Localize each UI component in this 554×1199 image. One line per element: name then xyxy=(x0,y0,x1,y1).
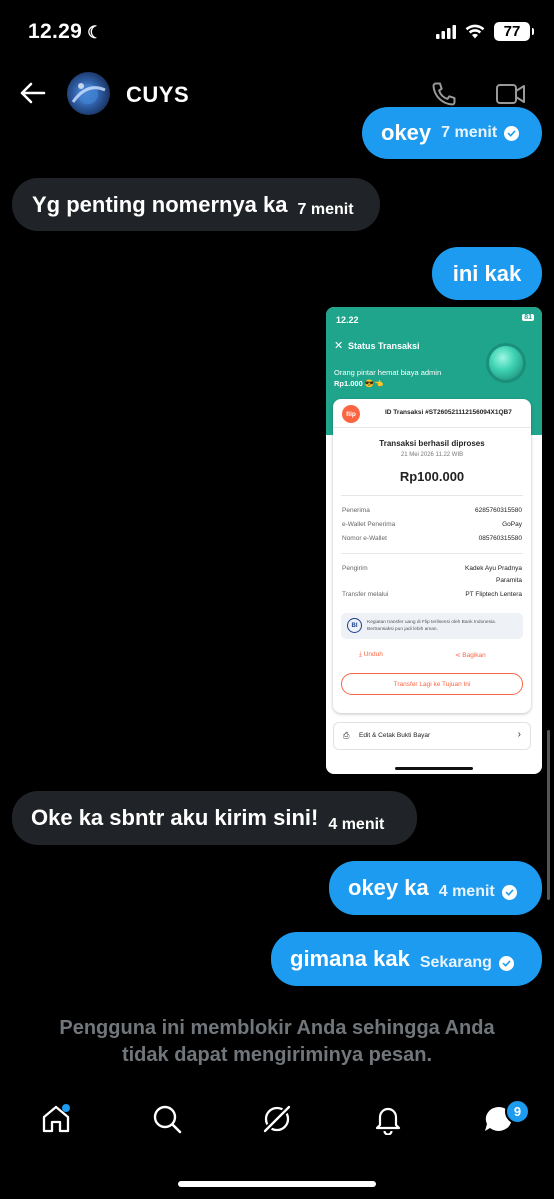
message-time: 7 menit xyxy=(441,124,498,141)
row-label: e-Wallet Penerima xyxy=(342,521,396,528)
sender-name: Paramita xyxy=(495,577,522,584)
attachment-status-time: 12.22 xyxy=(336,315,359,325)
download-button: ⤓ Unduh xyxy=(359,651,383,658)
close-icon: ✕ xyxy=(334,340,344,352)
chevron-right-icon: › xyxy=(517,729,521,740)
scrollbar[interactable] xyxy=(547,730,550,900)
row-label: Penerima xyxy=(342,507,370,514)
message-text: ini kak xyxy=(452,260,522,286)
transaction-date: 21 Mei 2026 11.22 WIB xyxy=(400,452,464,458)
sender-label: Pengirim xyxy=(342,565,368,572)
transfer-label: Transfer melalui xyxy=(342,591,389,598)
message-bubble-incoming[interactable]: Yg penting nomernya ka 7 menit xyxy=(12,178,380,231)
status-indicators: 77 xyxy=(436,22,534,41)
message-time: 4 menit xyxy=(328,816,385,833)
cellular-signal-icon xyxy=(436,24,456,39)
battery-icon: 77 xyxy=(494,22,534,41)
transfer-value: PT Fliptech Lentera xyxy=(465,591,522,598)
bi-notice: BI Kegiatan transfer uang di Flip terlis… xyxy=(341,613,523,639)
status-time: 12.29 ☾ xyxy=(28,20,103,43)
bank-indonesia-logo: BI xyxy=(347,618,362,633)
attachment-promo: Orang pintar hemat biaya admin Rp1.000 😎👈 xyxy=(334,368,442,388)
transfer-again-button: Transfer Lagi ke Tujuan Ini xyxy=(341,673,523,695)
row-value: 085760315580 xyxy=(478,535,522,542)
emoji-icon: 😎👈 xyxy=(364,379,384,388)
message-bubble-incoming[interactable]: Oke ka sbntr aku kirim sini! 4 menit xyxy=(12,791,417,845)
contact-name[interactable]: CUYS xyxy=(126,82,189,108)
notifications-bell-icon[interactable] xyxy=(372,1103,404,1135)
message-time: 7 menit xyxy=(297,200,354,218)
home-indicator xyxy=(395,767,473,770)
attachment-title: Status Transaksi xyxy=(348,341,420,351)
flip-coin-icon xyxy=(486,343,526,383)
message-text: okey ka xyxy=(348,875,429,900)
transaction-id: ID Transaksi #ST260521112156094X1QB7 xyxy=(385,409,512,416)
moon-icon: ☾ xyxy=(87,23,103,42)
transaction-amount: Rp100.000 xyxy=(399,469,465,484)
messages-badge: 9 xyxy=(505,1099,530,1124)
message-time: Sekarang xyxy=(419,954,492,971)
back-arrow-icon[interactable] xyxy=(20,82,46,104)
message-text: Oke ka sbntr aku kirim sini! xyxy=(31,805,319,830)
message-time: 4 menit xyxy=(438,883,495,900)
battery-level: 77 xyxy=(503,23,521,40)
attachment-battery: 81 xyxy=(522,314,534,321)
message-bubble-outgoing[interactable]: okey ka 4 menit xyxy=(329,861,542,915)
message-bubble-outgoing[interactable]: okey 7 menit xyxy=(362,107,542,159)
edit-print-button: ⎙ Edit & Cetak Bukti Bayar › xyxy=(333,722,531,750)
home-icon[interactable] xyxy=(40,1103,72,1135)
transaction-status: Transaksi berhasil diproses xyxy=(379,439,485,448)
contact-avatar[interactable] xyxy=(67,72,110,115)
image-attachment[interactable]: 12.22 81 ✕ Status Transaksi Orang pintar… xyxy=(326,307,542,774)
sent-check-icon xyxy=(498,955,514,971)
blocked-notice-line2: tidak dapat mengiriminya pesan. xyxy=(121,1044,433,1066)
message-text: Yg penting nomernya ka xyxy=(32,191,288,217)
video-call-icon[interactable] xyxy=(495,80,527,108)
transaction-card: flip ID Transaksi #ST260521112156094X1QB… xyxy=(333,399,531,713)
blocked-notice-line1: Pengguna ini memblokir Anda sehingga And… xyxy=(59,1017,495,1039)
sender-name: Kadek Ayu Pradnya xyxy=(465,565,522,572)
row-value: 6285760315580 xyxy=(475,507,522,514)
message-bubble-outgoing[interactable]: ini kak xyxy=(432,247,542,300)
row-label: Nomor e-Wallet xyxy=(342,535,387,542)
row-value: GoPay xyxy=(502,521,522,528)
share-button: ⋖ Bagikan xyxy=(455,652,486,659)
blocked-notice: Pengguna ini memblokir Anda sehingga And… xyxy=(0,1015,554,1069)
phone-call-icon[interactable] xyxy=(430,80,458,108)
printer-icon: ⎙ xyxy=(343,731,350,740)
search-icon[interactable] xyxy=(151,1103,183,1135)
wifi-icon xyxy=(465,24,485,39)
flip-logo: flip xyxy=(342,405,360,423)
sent-check-icon xyxy=(504,125,520,141)
message-text: okey xyxy=(381,120,432,145)
message-text: gimana kak xyxy=(290,946,410,971)
avatar-image xyxy=(71,83,106,104)
message-bubble-outgoing[interactable]: gimana kak Sekarang xyxy=(271,932,542,986)
grok-icon[interactable] xyxy=(261,1103,293,1135)
home-indicator xyxy=(178,1181,376,1187)
sent-check-icon xyxy=(501,884,517,900)
bottom-nav: 9 xyxy=(0,1095,554,1155)
